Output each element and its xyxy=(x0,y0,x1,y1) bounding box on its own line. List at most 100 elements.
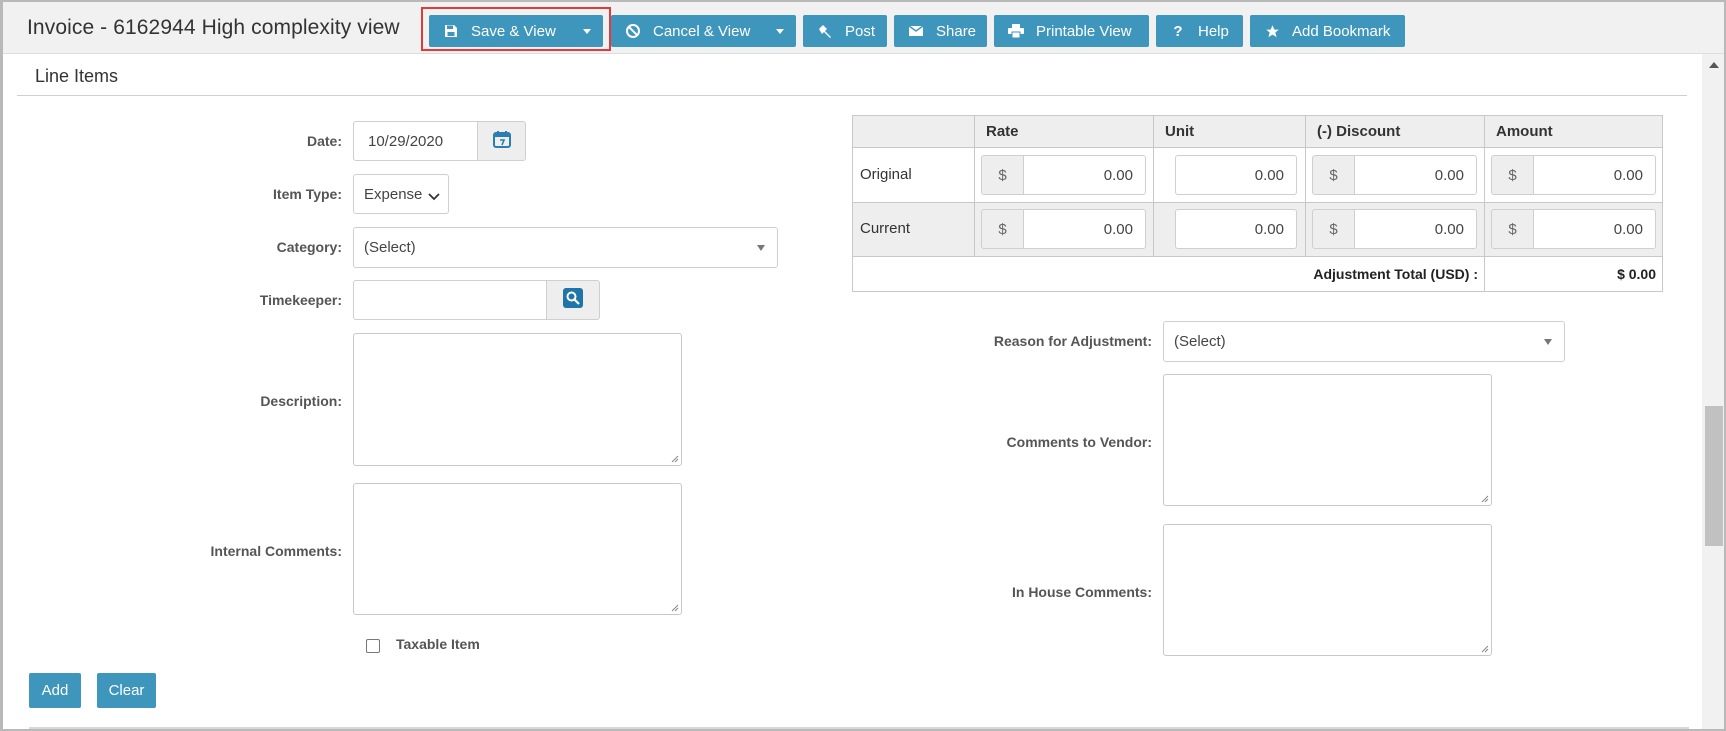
caret-down-icon xyxy=(776,28,784,34)
current-discount-field[interactable]: $ 0.00 xyxy=(1312,209,1477,249)
cancel-view-label: Cancel & View xyxy=(653,22,751,40)
resize-grip-icon xyxy=(671,604,679,612)
description-label: Description: xyxy=(260,393,342,409)
original-discount-field[interactable]: $ 0.00 xyxy=(1312,155,1477,195)
star-icon xyxy=(1264,23,1280,39)
description-textarea[interactable] xyxy=(353,333,682,466)
post-button[interactable]: Post xyxy=(803,15,887,47)
add-bookmark-button[interactable]: Add Bookmark xyxy=(1250,15,1405,47)
currency-symbol: $ xyxy=(981,209,1024,249)
adjustment-total-label: Adjustment Total (USD) : xyxy=(1313,266,1478,282)
internal-comments-textarea[interactable] xyxy=(353,483,682,615)
original-rate-value: 0.00 xyxy=(1023,155,1146,195)
timekeeper-input[interactable] xyxy=(353,280,547,320)
post-icon xyxy=(817,23,833,39)
share-button[interactable]: Share xyxy=(894,15,987,47)
printer-icon xyxy=(1008,23,1024,39)
reason-value: (Select) xyxy=(1174,333,1226,350)
share-label: Share xyxy=(936,22,977,40)
reason-label: Reason for Adjustment: xyxy=(993,333,1152,349)
original-amount-field[interactable]: $ 0.00 xyxy=(1491,155,1656,195)
timekeeper-label: Timekeeper: xyxy=(259,292,342,308)
resize-grip-icon xyxy=(1481,645,1489,653)
category-select[interactable]: (Select) xyxy=(353,227,778,268)
calendar-icon xyxy=(492,130,511,152)
ban-icon xyxy=(625,23,641,39)
column-divider xyxy=(1484,116,1485,291)
date-input[interactable]: 10/29/2020 xyxy=(353,121,478,161)
current-amount-field[interactable]: $ 0.00 xyxy=(1491,209,1656,249)
help-label: Help xyxy=(1198,22,1229,40)
table-header-discount: (-) Discount xyxy=(1305,116,1484,148)
item-type-select[interactable]: Expense xyxy=(353,174,449,214)
table-header-blank xyxy=(853,116,974,148)
vertical-scrollbar[interactable] xyxy=(1702,54,1724,729)
adjustment-total-value: $ 0.00 xyxy=(1617,266,1656,282)
search-icon xyxy=(563,288,583,312)
date-label: Date: xyxy=(306,133,342,149)
category-value: (Select) xyxy=(364,239,416,256)
table-header-amount: Amount xyxy=(1484,116,1662,148)
post-label: Post xyxy=(845,22,876,40)
row-divider xyxy=(853,202,1662,203)
page-title: Invoice - 6162944 High complexity view xyxy=(27,16,400,39)
current-discount-value: 0.00 xyxy=(1354,209,1477,249)
taxable-label: Taxable Item xyxy=(396,636,480,652)
table-header-rate: Rate xyxy=(974,116,1153,148)
item-type-value: Expense xyxy=(364,185,423,203)
in-house-comments-label: In House Comments: xyxy=(1011,584,1152,600)
cancel-view-dropdown-toggle[interactable] xyxy=(764,15,796,47)
add-button[interactable]: Add xyxy=(29,673,81,708)
section-divider xyxy=(17,95,1687,96)
adjustment-table: Rate Unit (-) Discount Amount Original $… xyxy=(852,115,1663,292)
question-icon: ? xyxy=(1173,22,1183,40)
category-label: Category: xyxy=(276,239,342,255)
column-divider xyxy=(1153,116,1154,257)
help-button[interactable]: ? Help xyxy=(1156,15,1243,47)
resize-grip-icon xyxy=(671,455,679,463)
timekeeper-search-button[interactable] xyxy=(546,280,600,320)
currency-symbol: $ xyxy=(1491,155,1534,195)
table-header-unit: Unit xyxy=(1153,116,1305,148)
current-row-label: Current xyxy=(860,220,911,237)
printable-view-label: Printable View xyxy=(1036,22,1132,40)
reason-select[interactable]: (Select) xyxy=(1163,321,1565,362)
section-title: Line Items xyxy=(35,66,119,86)
scrollbar-thumb[interactable] xyxy=(1705,406,1723,546)
column-divider xyxy=(1305,116,1306,257)
printable-view-button[interactable]: Printable View xyxy=(994,15,1149,47)
highlight-box xyxy=(421,7,611,51)
bottom-divider xyxy=(29,727,1689,729)
internal-comments-label: Internal Comments: xyxy=(210,543,342,559)
cancel-view-button[interactable]: Cancel & View xyxy=(611,15,796,47)
current-amount-value: 0.00 xyxy=(1533,209,1656,249)
taxable-checkbox[interactable] xyxy=(366,639,380,653)
in-house-comments-textarea[interactable] xyxy=(1163,524,1492,656)
envelope-icon xyxy=(908,23,924,39)
scroll-up-arrow-icon[interactable] xyxy=(1709,62,1719,68)
original-row-label: Original xyxy=(860,166,912,183)
date-picker-button[interactable] xyxy=(477,121,526,161)
row-divider xyxy=(853,256,1662,257)
current-rate-value: 0.00 xyxy=(1023,209,1146,249)
resize-grip-icon xyxy=(1481,495,1489,503)
comments-vendor-label: Comments to Vendor: xyxy=(1006,434,1152,450)
dropdown-arrow-icon xyxy=(757,245,765,251)
chevron-down-icon xyxy=(428,188,440,205)
dropdown-arrow-icon xyxy=(1544,339,1552,345)
current-unit-field[interactable]: 0.00 xyxy=(1175,209,1297,249)
currency-symbol: $ xyxy=(1491,209,1534,249)
add-bookmark-label: Add Bookmark xyxy=(1292,22,1391,40)
currency-symbol: $ xyxy=(1312,155,1355,195)
top-toolbar: Invoice - 6162944 High complexity view S… xyxy=(3,2,1724,54)
original-discount-value: 0.00 xyxy=(1354,155,1477,195)
comments-vendor-textarea[interactable] xyxy=(1163,374,1492,506)
current-rate-field[interactable]: $ 0.00 xyxy=(981,209,1146,249)
currency-symbol: $ xyxy=(1312,209,1355,249)
original-rate-field[interactable]: $ 0.00 xyxy=(981,155,1146,195)
original-unit-field[interactable]: 0.00 xyxy=(1175,155,1297,195)
clear-button[interactable]: Clear xyxy=(97,673,156,708)
invoice-window: Invoice - 6162944 High complexity view S… xyxy=(0,0,1726,731)
item-type-label: Item Type: xyxy=(273,186,342,202)
column-divider xyxy=(974,116,975,257)
